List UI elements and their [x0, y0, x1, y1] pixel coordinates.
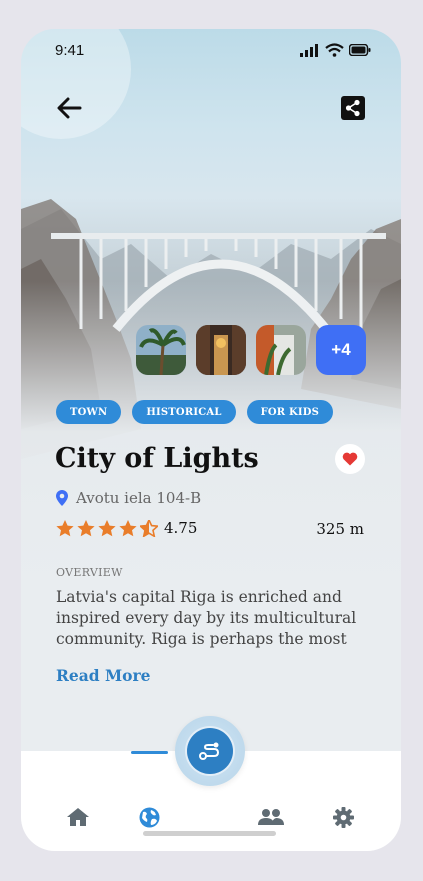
status-time: 9:41 [55, 42, 85, 59]
nav-active-indicator [131, 751, 168, 754]
star-icon [98, 519, 116, 536]
tag-for-kids[interactable]: FOR KIDS [246, 400, 334, 424]
heart-icon [342, 452, 358, 466]
gallery-more-button[interactable]: +4 [316, 325, 366, 375]
home-icon [67, 808, 89, 826]
place-address: Avotu iela 104-B [56, 489, 201, 507]
nav-community[interactable] [257, 805, 285, 829]
route-fab[interactable] [175, 716, 245, 786]
tag-historical[interactable]: HISTORICAL [132, 400, 236, 424]
overview-text: Latvia's capital Riga is enriched and in… [56, 588, 357, 648]
home-indicator [143, 831, 276, 836]
arrow-left-icon [57, 97, 82, 119]
globe-icon [139, 807, 159, 827]
route-icon [199, 742, 220, 760]
gallery-photo-street[interactable] [196, 325, 246, 375]
wifi-icon [325, 43, 344, 57]
route-fab-button[interactable] [187, 728, 233, 774]
status-icons [300, 43, 371, 57]
photo-gallery: +4 [136, 325, 366, 375]
battery-icon [349, 44, 371, 56]
tag-list: TOWN HISTORICAL FOR KIDS [56, 400, 334, 424]
users-icon [258, 809, 284, 825]
star-icon [56, 519, 74, 536]
place-title: City of Lights [55, 443, 259, 474]
nav-settings[interactable] [329, 805, 357, 829]
overview-label: OVERVIEW [56, 566, 123, 579]
gear-icon [332, 806, 354, 828]
address-text: Avotu iela 104-B [76, 489, 202, 507]
share-button[interactable] [337, 92, 369, 124]
gallery-photo-plants[interactable] [256, 325, 306, 375]
tag-town[interactable]: TOWN [56, 400, 122, 424]
signal-icon [300, 43, 318, 57]
share-icon [341, 96, 365, 120]
star-icon [77, 519, 95, 536]
map-pin-icon [56, 490, 68, 506]
back-button[interactable] [53, 92, 85, 124]
nav-home[interactable] [64, 805, 92, 829]
nav-explore[interactable] [135, 805, 163, 829]
favorite-button[interactable] [335, 444, 365, 474]
read-more-link[interactable]: Read More [56, 666, 151, 685]
status-bar: 9:41 [21, 29, 401, 73]
phone-screen: 9:41 +4 TOWN HISTORICAL FOR KIDS City of… [21, 29, 401, 851]
distance: 325 m [316, 520, 364, 538]
star-half-icon [140, 519, 158, 537]
star-icon [119, 519, 137, 536]
rating-score: 4.75 [164, 519, 198, 537]
gallery-photo-palms[interactable] [136, 325, 186, 375]
rating: 4.75 [56, 519, 197, 537]
